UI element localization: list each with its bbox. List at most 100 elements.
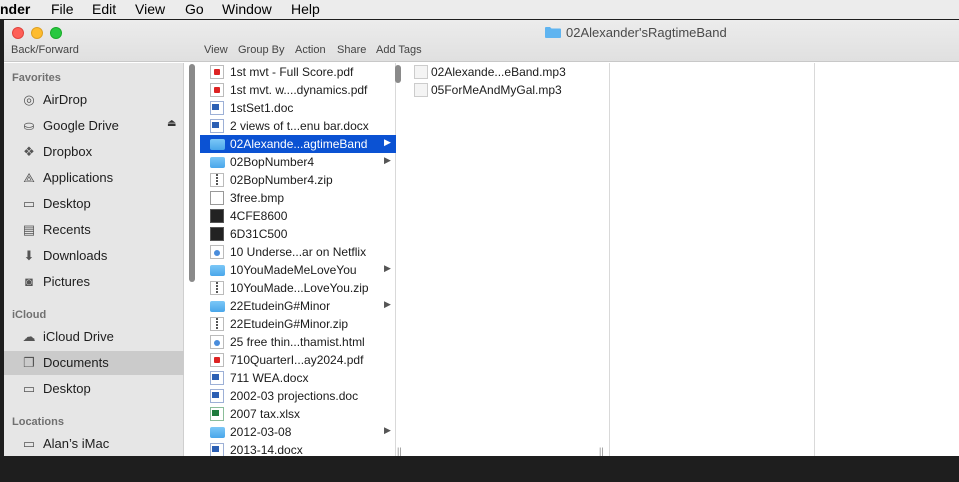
sidebar-item-desktop[interactable]: ▭ Desktop <box>4 192 184 216</box>
sidebar-item-label: AirDrop <box>43 92 88 107</box>
sidebar-item-label: Recents <box>43 222 91 237</box>
eject-icon[interactable]: ⏏ <box>167 118 176 129</box>
applications-icon: ⟁ <box>23 170 35 185</box>
imac-icon: ▭ <box>22 436 36 451</box>
sidebar-scrollbar[interactable] <box>189 64 195 282</box>
link-file-icon <box>210 245 224 259</box>
list-item[interactable]: 4CFE8600 <box>200 207 396 225</box>
list-item[interactable]: 710QuarterI...ay2024.pdf <box>200 351 396 369</box>
sidebar-item-airdrop[interactable]: ◎ AirDrop <box>4 88 184 112</box>
sidebar-item-label: Documents <box>43 355 109 370</box>
zip-icon <box>210 173 224 187</box>
menu-view[interactable]: View <box>135 1 165 17</box>
list-item[interactable]: 05ForMeAndMyGal.mp3 <box>406 81 610 99</box>
column-resize-handle[interactable]: || <box>599 446 604 456</box>
list-item[interactable]: 6D31C500 <box>200 225 396 243</box>
list-item[interactable]: 10YouMadeMeLoveYou ▶ <box>200 261 396 279</box>
recents-icon: ▤ <box>22 222 36 237</box>
sidebar-item-imac[interactable]: ▭ Alan’s iMac <box>4 432 184 456</box>
sidebar-item-recents[interactable]: ▤ Recents <box>4 218 184 242</box>
pdf-icon <box>210 83 224 97</box>
sidebar-item-documents[interactable]: ❐ Documents <box>4 351 184 375</box>
list-item-selected[interactable]: 02Alexande...agtimeBand ▶ <box>200 135 396 153</box>
list-item[interactable]: 2013-14.docx <box>200 441 396 456</box>
close-button[interactable] <box>12 27 24 39</box>
column-folder-contents[interactable]: 02Alexande...eBand.mp3 05ForMeAndMyGal.m… <box>406 63 610 456</box>
file-icon <box>210 209 224 223</box>
file-icon <box>210 227 224 241</box>
list-item[interactable]: 711 WEA.docx <box>200 369 396 387</box>
sidebar-item-label: Dropbox <box>43 144 93 159</box>
sidebar-item-applications[interactable]: ⟁ Applications <box>4 166 184 190</box>
title-bar: 02Alexander'sRagtimeBand Back/Forward Vi… <box>4 20 959 62</box>
app-menu[interactable]: nder <box>0 1 30 17</box>
window-title: 02Alexander'sRagtimeBand <box>566 25 727 40</box>
downloads-icon: ⬇ <box>23 248 35 263</box>
sidebar-item-icloud-desktop[interactable]: ▭ Desktop <box>4 377 184 401</box>
column-empty[interactable] <box>815 63 959 456</box>
disclosure-arrow-icon: ▶ <box>384 299 391 309</box>
folder-icon <box>210 157 225 168</box>
disclosure-arrow-icon: ▶ <box>384 425 391 435</box>
list-item[interactable]: 1st mvt. w....dynamics.pdf <box>200 81 396 99</box>
column-documents[interactable]: 1st mvt - Full Score.pdf 1st mvt. w....d… <box>200 63 402 456</box>
menu-bar: nder File Edit View Go Window Help <box>0 0 959 19</box>
list-item[interactable]: 02Alexande...eBand.mp3 <box>406 63 610 81</box>
documents-icon: ❐ <box>23 355 35 370</box>
list-item[interactable]: 10 Underse...ar on Netflix <box>200 243 396 261</box>
list-item[interactable]: 2 views of t...enu bar.docx <box>200 117 396 135</box>
folder-icon <box>210 265 225 276</box>
action-button[interactable]: Action <box>295 44 326 56</box>
doc-icon <box>210 443 224 456</box>
column-scrollbar[interactable] <box>395 65 401 83</box>
sidebar-item-label: Alan’s iMac <box>43 436 110 451</box>
minimize-button[interactable] <box>31 27 43 39</box>
list-item[interactable]: 1st mvt - Full Score.pdf <box>200 63 396 81</box>
airdrop-icon: ◎ <box>23 92 35 107</box>
sidebar-item-dropbox[interactable]: ❖ Dropbox <box>4 140 184 164</box>
disclosure-arrow-icon: ▶ <box>384 155 391 165</box>
view-button[interactable]: View <box>204 44 228 56</box>
image-icon <box>210 191 224 205</box>
back-forward-button[interactable]: Back/Forward <box>11 44 79 56</box>
list-item[interactable]: 2002-03 projections.doc <box>200 387 396 405</box>
sidebar-item-pictures[interactable]: ◙ Pictures <box>4 270 184 294</box>
doc-icon <box>210 371 224 385</box>
cloud-icon: ☁ <box>22 329 36 344</box>
list-item[interactable]: 2007 tax.xlsx <box>200 405 396 423</box>
html-file-icon <box>210 335 224 349</box>
list-item[interactable]: 02BopNumber4.zip <box>200 171 396 189</box>
share-button[interactable]: Share <box>337 44 366 56</box>
icloud-header: iCloud <box>12 309 47 321</box>
list-item[interactable]: 1stSet1.doc <box>200 99 396 117</box>
list-item[interactable]: 3free.bmp <box>200 189 396 207</box>
column-resize-handle[interactable]: || <box>397 446 402 456</box>
disclosure-arrow-icon: ▶ <box>384 263 391 273</box>
sidebar-item-downloads[interactable]: ⬇ Downloads <box>4 244 184 268</box>
list-item[interactable]: 22EtudeinG#Minor ▶ <box>200 297 396 315</box>
menu-file[interactable]: File <box>51 1 74 17</box>
add-tags-button[interactable]: Add Tags <box>376 44 422 56</box>
column-empty[interactable] <box>610 63 815 456</box>
sidebar-item-google-drive[interactable]: ⛀ Google Drive ⏏ <box>4 114 184 138</box>
list-item[interactable]: 22EtudeinG#Minor.zip <box>200 315 396 333</box>
desktop-icon: ▭ <box>22 381 36 396</box>
menu-help[interactable]: Help <box>291 1 320 17</box>
sidebar-item-label: Desktop <box>43 381 91 396</box>
desktop-icon: ▭ <box>22 196 36 211</box>
list-item[interactable]: 02BopNumber4 ▶ <box>200 153 396 171</box>
group-by-button[interactable]: Group By <box>238 44 284 56</box>
folder-icon <box>210 301 225 312</box>
list-item[interactable]: 2012-03-08 ▶ <box>200 423 396 441</box>
list-item[interactable]: 10YouMade...LoveYou.zip <box>200 279 396 297</box>
menu-go[interactable]: Go <box>185 1 204 17</box>
sidebar: Favorites ◎ AirDrop ⛀ Google Drive ⏏ ❖ D… <box>4 63 184 456</box>
list-item[interactable]: 25 free thin...thamist.html <box>200 333 396 351</box>
audio-file-icon <box>414 65 428 79</box>
zoom-button[interactable] <box>50 27 62 39</box>
menu-window[interactable]: Window <box>222 1 272 17</box>
zip-icon <box>210 317 224 331</box>
pdf-icon <box>210 353 224 367</box>
sidebar-item-icloud-drive[interactable]: ☁ iCloud Drive <box>4 325 184 349</box>
menu-edit[interactable]: Edit <box>92 1 116 17</box>
